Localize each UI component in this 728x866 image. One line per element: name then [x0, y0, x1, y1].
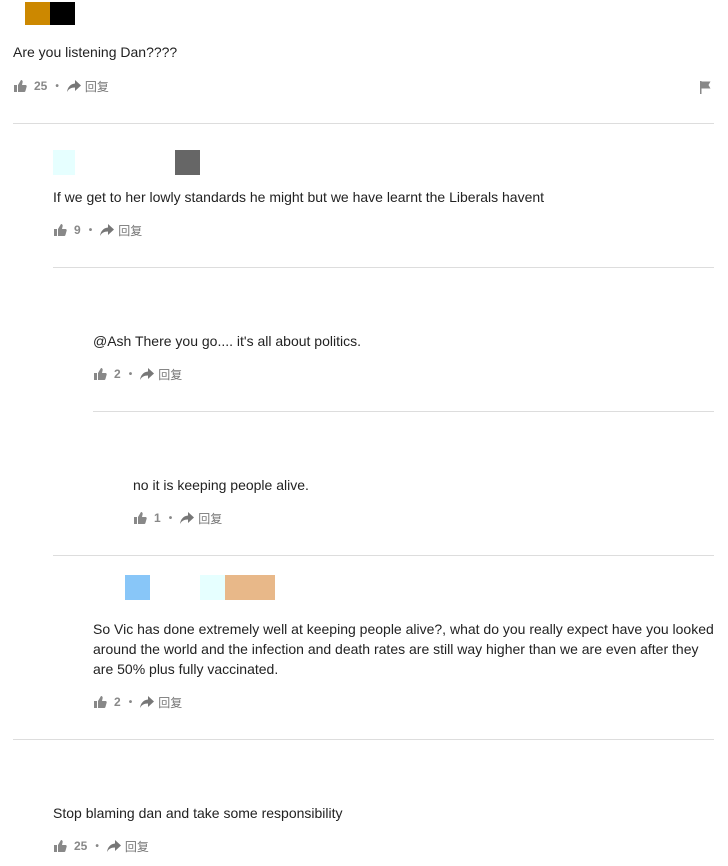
divider [53, 555, 714, 556]
comment-text: @Ash There you go.... it's all about pol… [93, 333, 361, 349]
reply-button[interactable]: 回复 [66, 78, 109, 95]
divider [13, 123, 714, 124]
comment: Stop blaming dan and take some responsib… [53, 762, 714, 866]
like-count: 2 [114, 695, 121, 709]
comment: no it is keeping people alive. 1 • 回复 [133, 434, 714, 534]
reply-label: 回复 [158, 367, 183, 382]
comment-text: Stop blaming dan and take some responsib… [53, 805, 343, 821]
reply-button[interactable]: 回复 [140, 694, 182, 711]
reply-button[interactable]: 回复 [140, 366, 182, 383]
reply-button[interactable]: 回复 [106, 838, 149, 855]
reply-arrow-icon [66, 80, 81, 92]
divider [53, 267, 714, 268]
reply-arrow-icon [100, 224, 115, 236]
thumbs-up-icon[interactable] [13, 79, 27, 93]
like-count: 2 [114, 367, 121, 381]
comment-actions: 25 • 回复 [13, 76, 109, 96]
divider [93, 411, 714, 412]
thumbs-up-icon[interactable] [93, 695, 107, 709]
comment-actions: 25 • 回复 [53, 836, 149, 856]
comment-actions: 2 • 回复 [93, 364, 182, 384]
comment-text: Are you listening Dan???? [13, 44, 178, 60]
comment-header [93, 570, 714, 600]
reply-arrow-icon [180, 512, 195, 524]
reply-label: 回复 [158, 695, 183, 710]
thumbs-up-icon[interactable] [53, 839, 67, 853]
thumbs-up-icon[interactable] [53, 223, 67, 237]
divider [13, 739, 714, 740]
like-count: 9 [74, 223, 81, 237]
avatar[interactable] [53, 150, 75, 175]
comment: @Ash There you go.... it's all about pol… [93, 290, 714, 390]
thumbs-up-icon[interactable] [93, 367, 107, 381]
separator-dot: • [88, 224, 93, 236]
thumbs-up-icon[interactable] [133, 511, 147, 525]
comment-actions: 9 • 回复 [53, 220, 142, 240]
like-count: 25 [34, 79, 48, 93]
reply-arrow-icon [140, 696, 155, 708]
reply-label: 回复 [84, 79, 109, 94]
comment-actions: 1 • 回复 [133, 508, 222, 528]
avatar[interactable] [25, 2, 50, 25]
author-name-redacted[interactable] [50, 2, 75, 25]
reply-label: 回复 [124, 839, 149, 854]
flag-icon[interactable] [698, 80, 712, 94]
avatar[interactable] [125, 575, 150, 600]
comment-header [13, 0, 714, 30]
like-count: 25 [74, 839, 88, 853]
comment-text: So Vic has done extremely well at keepin… [93, 621, 714, 677]
separator-dot: • [55, 80, 59, 92]
separator-dot: • [168, 512, 173, 524]
author-name-redacted[interactable] [175, 150, 200, 175]
reply-button[interactable]: 回复 [100, 222, 142, 239]
reply-arrow-icon [106, 840, 121, 852]
comment-actions: 2 • 回复 [93, 692, 182, 712]
comment: Are you listening Dan???? 25 • 回复 [13, 0, 714, 105]
reply-label: 回复 [118, 223, 143, 238]
comment-header [53, 145, 714, 175]
separator-dot: • [95, 840, 99, 852]
separator-dot: • [128, 368, 133, 380]
reply-button[interactable]: 回复 [180, 510, 222, 527]
comment: So Vic has done extremely well at keepin… [93, 570, 714, 720]
comment-text: If we get to her lowly standards he migh… [53, 189, 545, 205]
author-name-redacted[interactable] [225, 575, 275, 600]
like-count: 1 [154, 511, 161, 525]
reply-label: 回复 [198, 511, 223, 526]
reply-arrow-icon [140, 368, 155, 380]
comment-text: no it is keeping people alive. [133, 477, 309, 493]
comment: If we get to her lowly standards he migh… [53, 145, 714, 245]
author-name-redacted[interactable] [200, 575, 225, 600]
separator-dot: • [128, 696, 133, 708]
